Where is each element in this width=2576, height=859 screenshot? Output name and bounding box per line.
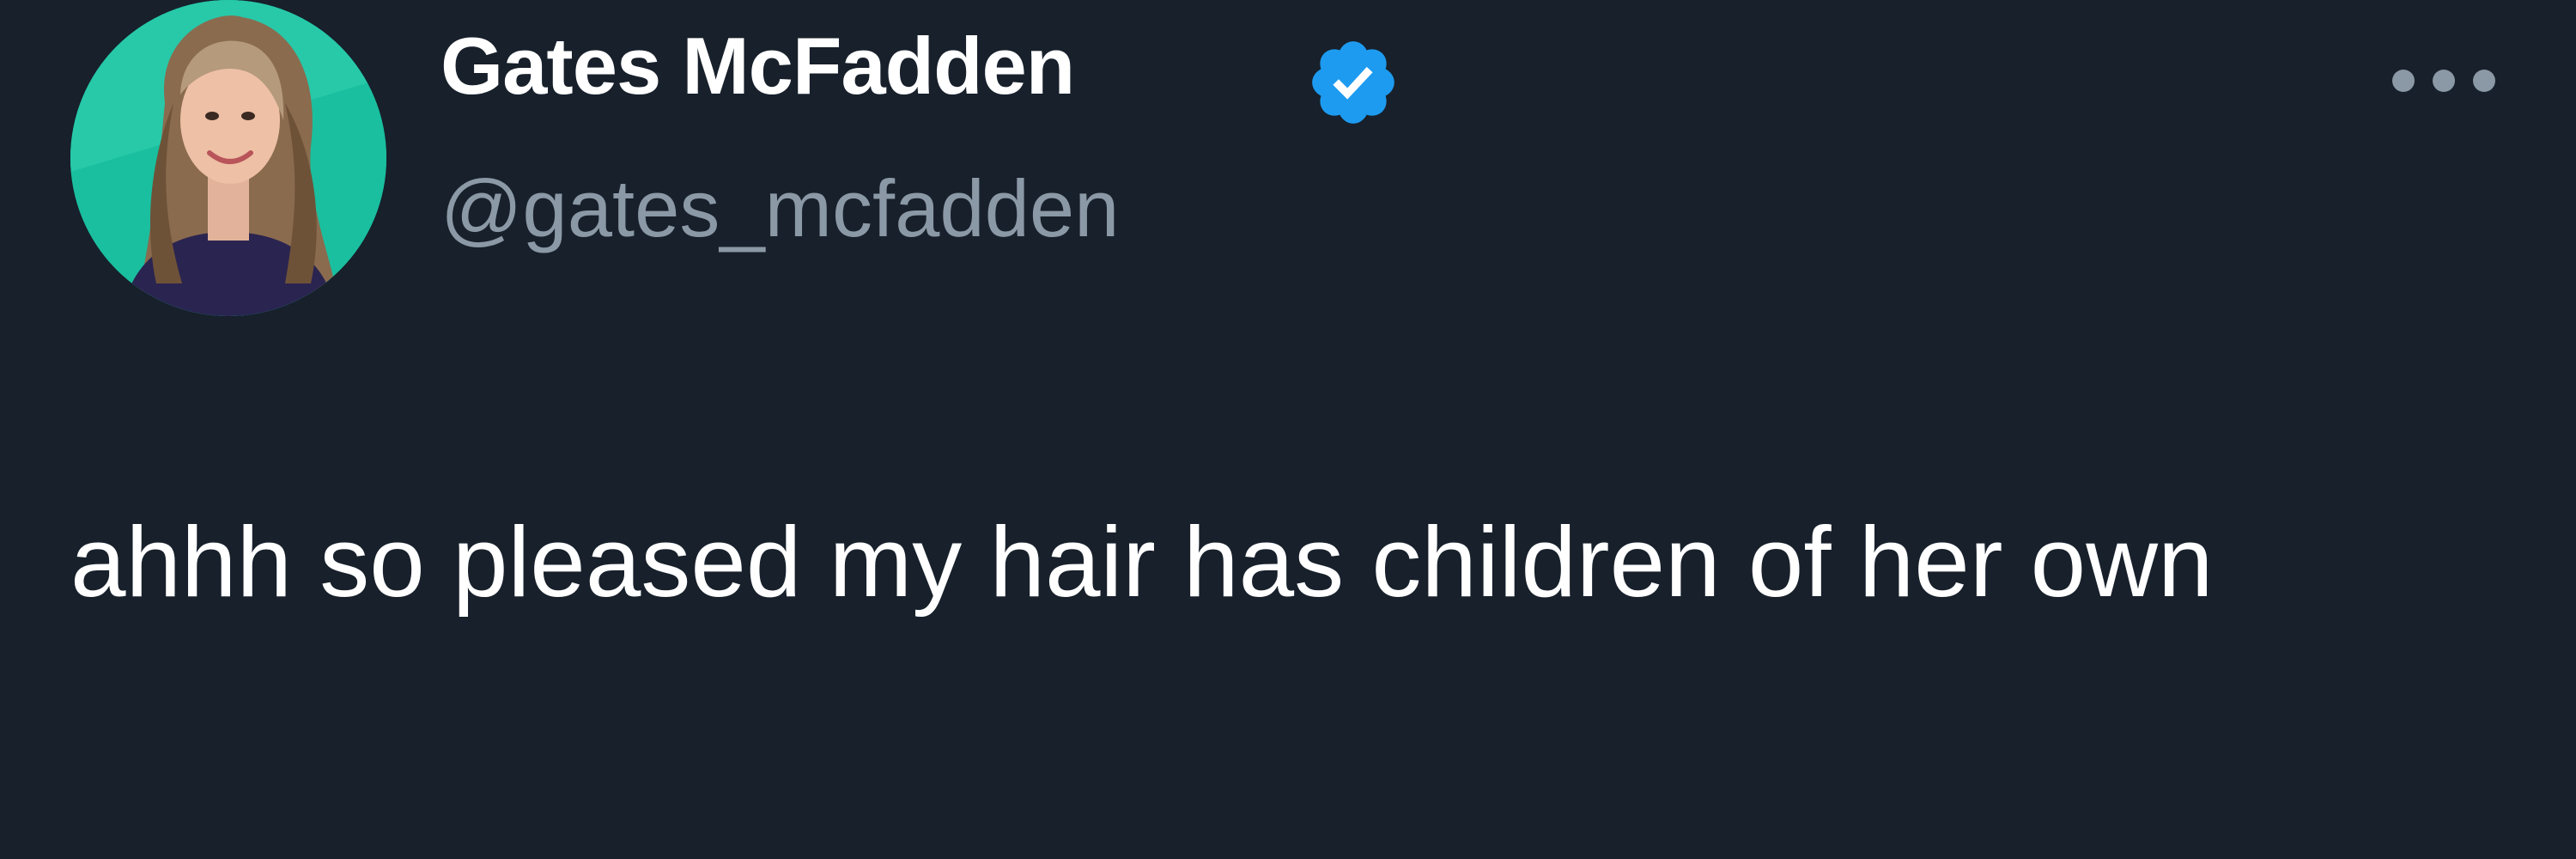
more-dot-icon xyxy=(2433,70,2455,92)
more-dot-icon xyxy=(2473,70,2495,92)
tweet: Gates McFadden @gates_mcfadden ahhh so p… xyxy=(0,0,2576,859)
verified-badge-icon xyxy=(1312,41,1394,124)
author-display-name[interactable]: Gates McFadden xyxy=(440,26,1075,107)
more-options-button[interactable] xyxy=(2392,64,2495,98)
author-avatar[interactable] xyxy=(70,0,386,316)
profile-photo-icon xyxy=(70,0,386,316)
tweet-text: ahhh so pleased my hair has children of … xyxy=(70,506,2214,618)
author-handle[interactable]: @gates_mcfadden xyxy=(440,168,1119,249)
more-dot-icon xyxy=(2392,70,2415,92)
